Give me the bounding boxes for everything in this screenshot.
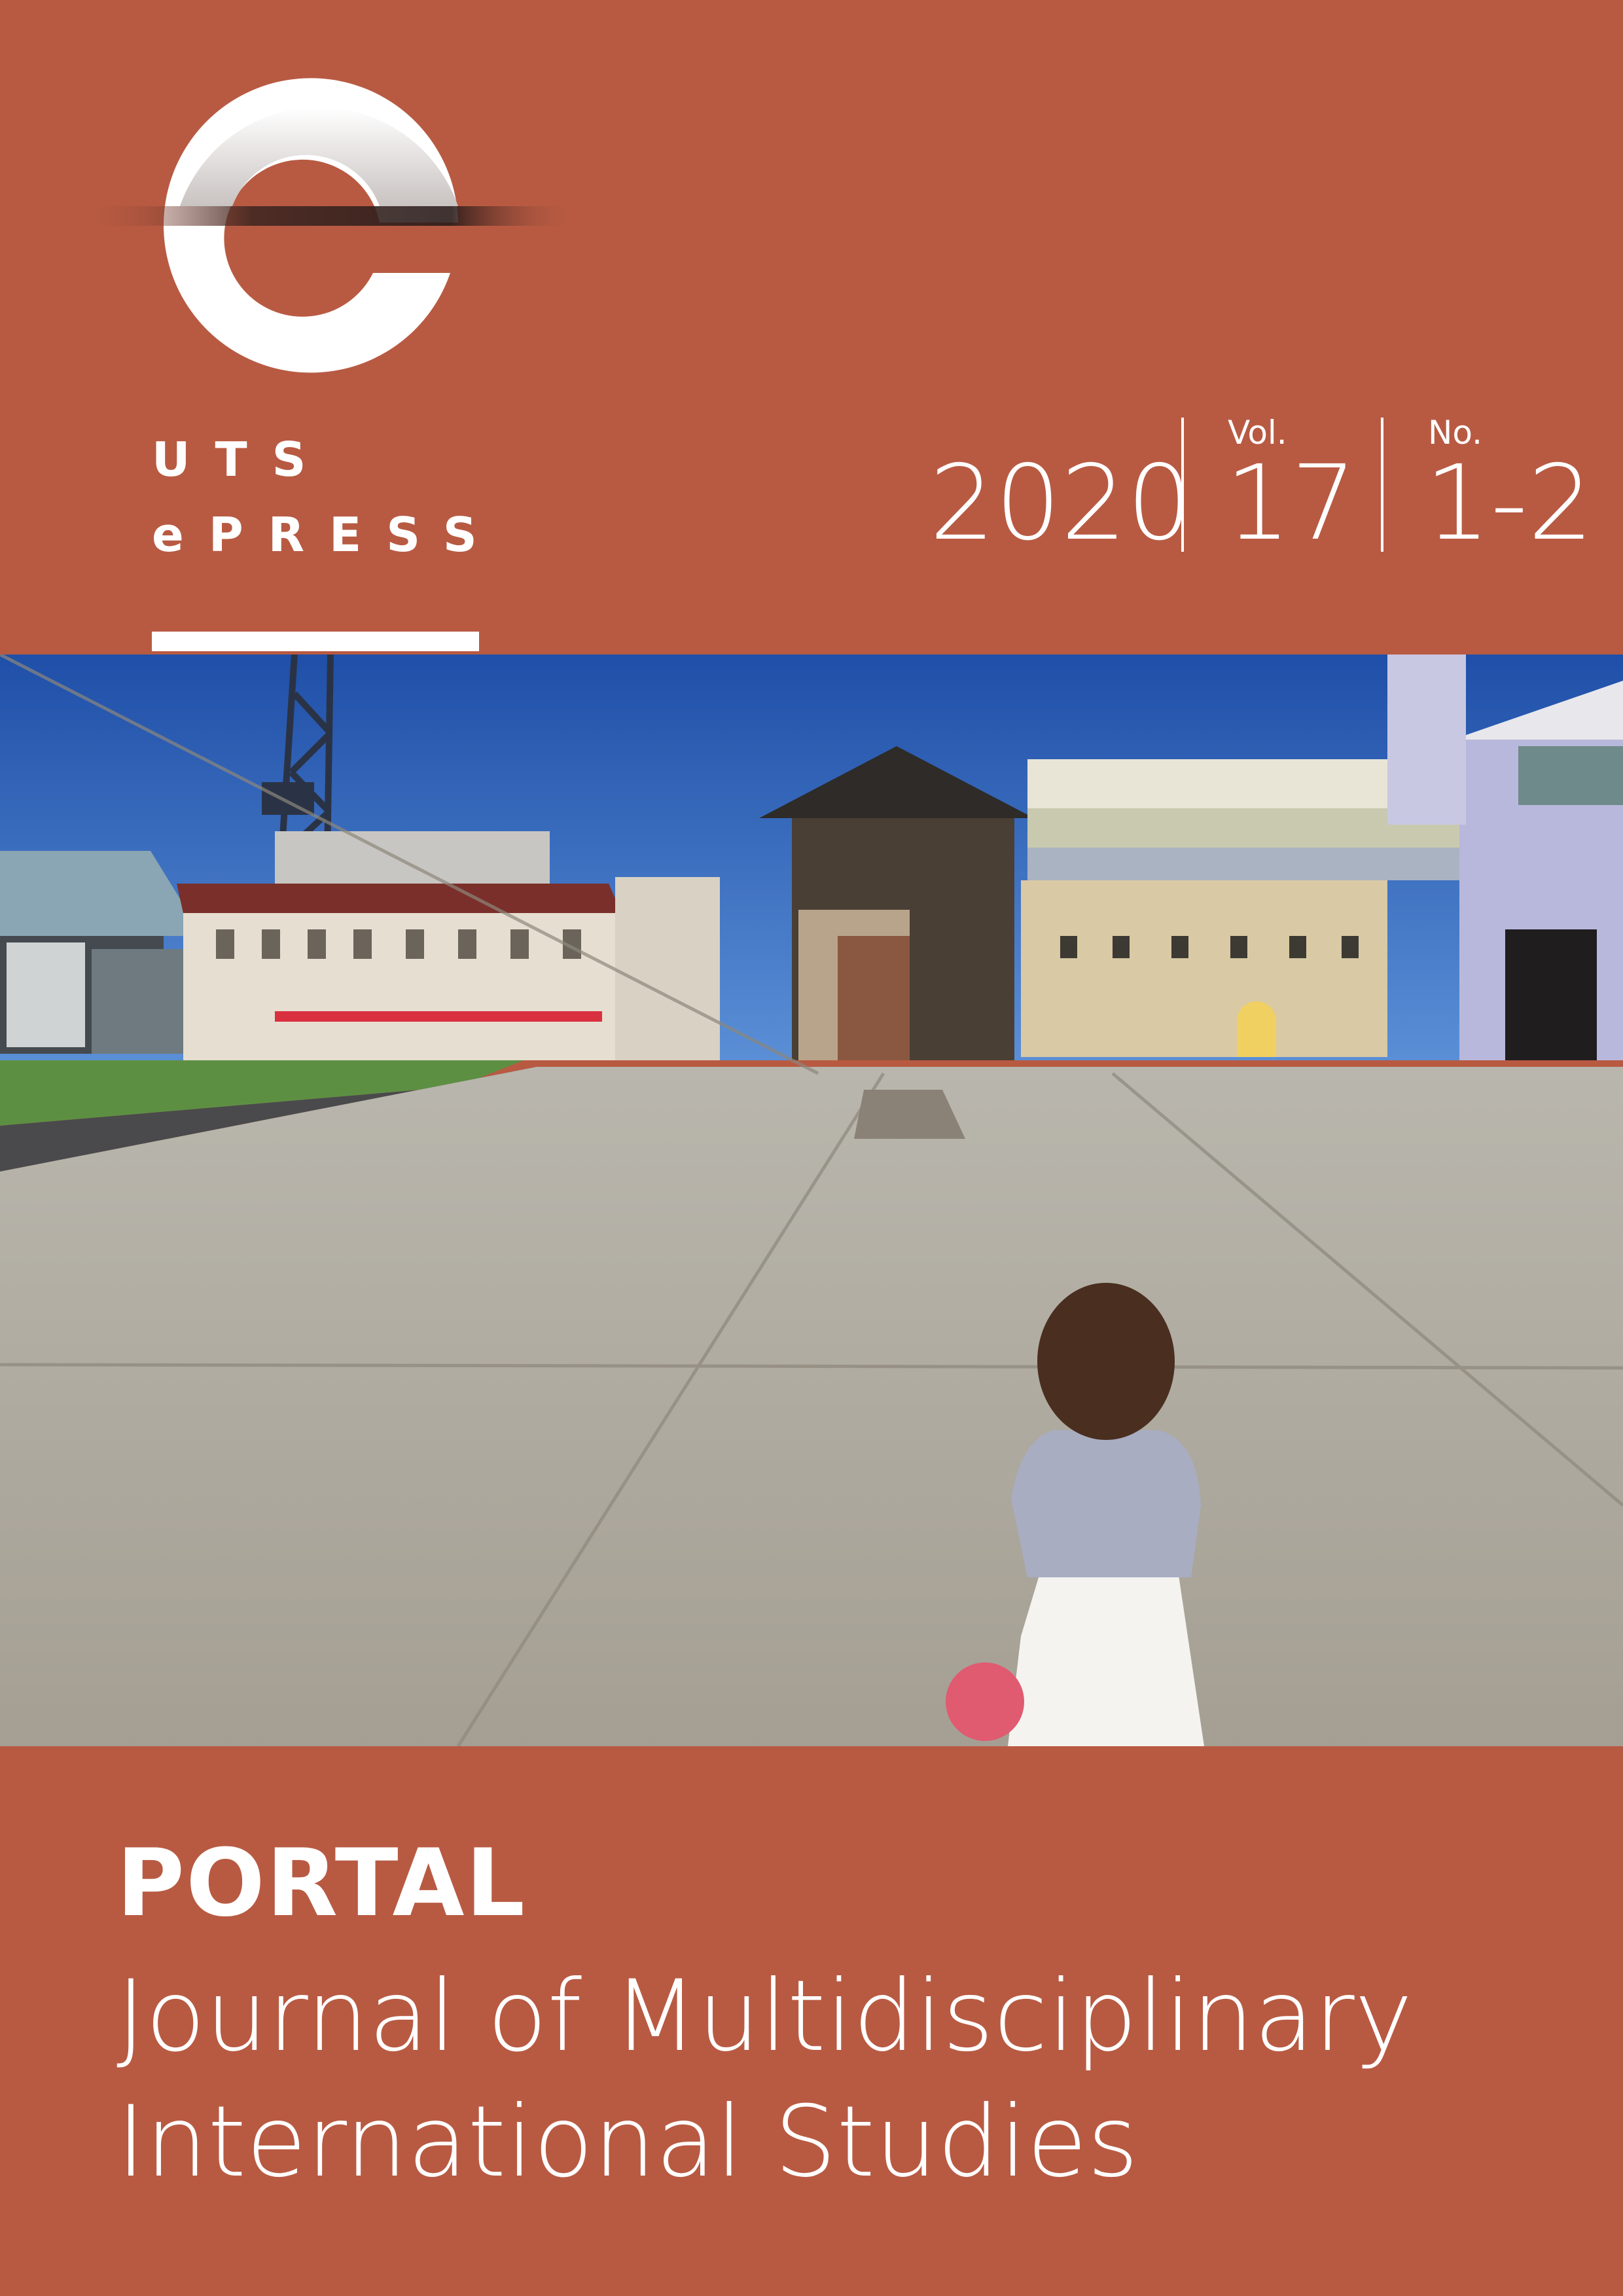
cover-photo-illustration [0,655,1623,1746]
publisher-name-line1: UTS [152,432,331,487]
issue-divider [1381,418,1383,552]
journal-subtitle: Journal of Multidisciplinary Internation… [116,1954,1556,2205]
journal-subtitle-line1: Journal of Multidisciplinary [116,1960,1413,2073]
issue-year: 2020 [929,443,1193,564]
cover-header: UTS ePRESS 2020 Vol. 17 No. 1-2 [0,0,1623,655]
issue-number: 1-2 [1425,443,1594,564]
utsepress-logo [79,78,576,373]
cover-photo [0,655,1623,1746]
publisher-name-line2: ePRESS [152,507,502,562]
publisher-underline [152,632,479,651]
issue-volume: 17 [1225,443,1357,564]
journal-subtitle-line2: International Studies [116,2085,1139,2199]
issue-divider [1181,418,1184,552]
journal-title: PORTAL [116,1829,526,1937]
